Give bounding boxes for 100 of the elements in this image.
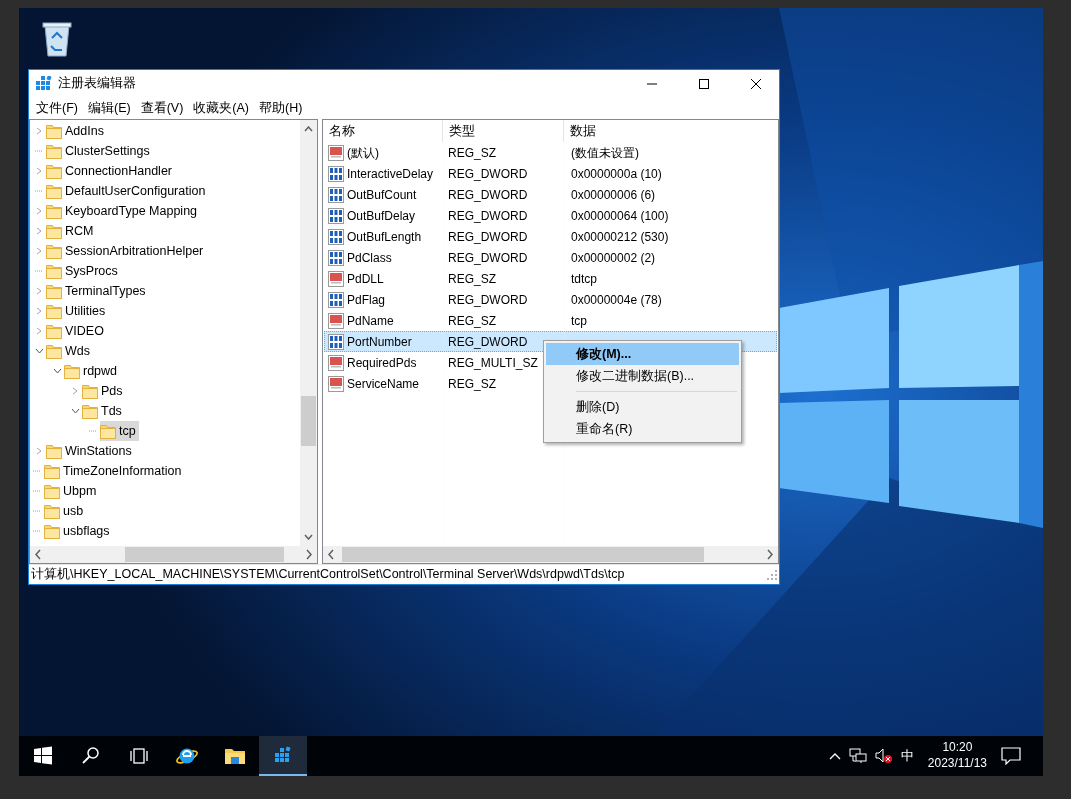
- status-bar-text: 计算机\HKEY_LOCAL_MACHINE\SYSTEM\CurrentControlSet\Control\Terminal Server\Wds\rdpwd\Tds\tcp: [31, 566, 625, 584]
- table-cell: REG_SZ: [448, 313, 496, 328]
- tree-item[interactable]: tcp: [100, 421, 139, 441]
- string-value-icon: [328, 270, 344, 287]
- table-cell: REG_DWORD: [448, 187, 528, 202]
- table-cell: tdtcp: [571, 271, 597, 286]
- table-cell: REG_DWORD: [448, 166, 528, 181]
- network-icon[interactable]: [848, 748, 867, 764]
- input-method-indicator[interactable]: 中: [900, 746, 914, 766]
- value-row[interactable]: OutBufLength REG_DWORD 0x00000212 (530): [324, 226, 670, 247]
- folder-icon: [46, 283, 62, 299]
- close-icon: [751, 78, 761, 89]
- tree-item[interactable]: usb: [44, 501, 87, 521]
- table-cell-text: PortNumber: [347, 333, 412, 351]
- folder-icon: [46, 183, 62, 199]
- column-header[interactable]: 名称: [323, 120, 443, 142]
- scroll-down-icon[interactable]: [304, 534, 313, 540]
- value-row[interactable]: (默认) REG_SZ (数值未设置): [324, 142, 640, 163]
- tree-item[interactable]: rdpwd: [64, 361, 121, 381]
- tree-item[interactable]: Wds: [46, 341, 93, 361]
- folder-icon: [46, 443, 62, 459]
- string-value-icon: [328, 312, 344, 329]
- menu-item[interactable]: 修改(M)...: [546, 343, 739, 365]
- table-cell: 0x00000006 (6): [571, 187, 656, 202]
- clock[interactable]: 10:20 2023/11/13: [921, 740, 993, 772]
- volume-muted-icon[interactable]: [874, 748, 893, 764]
- tree-item[interactable]: DefaultUserConfiguration: [46, 181, 209, 201]
- scroll-up-icon[interactable]: [304, 126, 313, 132]
- folder-icon: [46, 123, 62, 139]
- value-row[interactable]: InteractiveDelay REG_DWORD 0x0000000a (10): [324, 163, 663, 184]
- folder-icon: [46, 223, 62, 239]
- binary-value-icon: [328, 228, 344, 245]
- table-cell: REG_SZ: [448, 376, 496, 391]
- scrollbar[interactable]: [323, 546, 778, 563]
- tree-item[interactable]: ClusterSettings: [46, 141, 153, 161]
- menu-item[interactable]: 收藏夹(A): [188, 98, 254, 118]
- scrollbar[interactable]: [30, 546, 317, 563]
- tree-item[interactable]: usbflags: [44, 521, 113, 541]
- menu-item[interactable]: 删除(D): [546, 396, 739, 418]
- tree-item[interactable]: SysProcs: [46, 261, 121, 281]
- menu-item[interactable]: 帮助(H): [254, 98, 308, 118]
- scrollbar[interactable]: [300, 120, 317, 546]
- menu-item[interactable]: 编辑(E): [82, 98, 136, 118]
- chevron-up-icon[interactable]: [828, 752, 841, 760]
- binary-value-icon: [328, 186, 344, 203]
- menu-item[interactable]: 修改二进制数据(B)...: [546, 365, 739, 387]
- tree-line-icon: [33, 470, 41, 472]
- tree-item[interactable]: Utilities: [46, 301, 109, 321]
- tree-item[interactable]: TerminalTypes: [46, 281, 149, 301]
- value-row[interactable]: PdFlag REG_DWORD 0x0000004e (78): [324, 289, 663, 310]
- table-cell: REG_SZ: [448, 271, 496, 286]
- scrollbar-thumb[interactable]: [301, 396, 316, 446]
- scrollbar-thumb[interactable]: [342, 547, 704, 562]
- folder-icon: [46, 243, 62, 259]
- value-row[interactable]: PdDLL REG_SZ tdtcp: [324, 268, 598, 289]
- column-header[interactable]: 数据: [564, 120, 778, 142]
- tree-item[interactable]: Pds: [82, 381, 126, 401]
- table-cell: REG_DWORD: [448, 250, 528, 265]
- folder-icon: [44, 483, 60, 499]
- folder-icon: [82, 403, 98, 419]
- folder-icon: [46, 303, 62, 319]
- table-cell-text: RequiredPds: [347, 354, 417, 372]
- table-cell-text: OutBufLength: [347, 228, 422, 246]
- table-cell: 0x00000064 (100): [571, 208, 669, 223]
- tree-line-icon: [89, 430, 97, 432]
- folder-icon: [44, 503, 60, 519]
- tree-item[interactable]: KeyboardType Mapping: [46, 201, 201, 221]
- binary-value-icon: [328, 165, 344, 182]
- tree-line-icon: [33, 530, 41, 532]
- registry-editor-button[interactable]: [259, 736, 307, 776]
- folder-icon: [46, 203, 62, 219]
- table-cell-text: (默认): [347, 144, 379, 162]
- table-cell: 0x00000212 (530): [571, 229, 669, 244]
- table-cell: REG_DWORD: [448, 292, 528, 307]
- tree-item[interactable]: Tds: [82, 401, 125, 421]
- tree-line-icon: [35, 150, 43, 152]
- table-cell-text: PdFlag: [347, 291, 386, 309]
- value-row[interactable]: OutBufDelay REG_DWORD 0x00000064 (100): [324, 205, 670, 226]
- table-cell-text: PdDLL: [347, 270, 384, 288]
- value-row[interactable]: OutBufCount REG_DWORD 0x00000006 (6): [324, 184, 657, 205]
- value-row[interactable]: PdClass REG_DWORD 0x00000002 (2): [324, 247, 657, 268]
- value-row[interactable]: PdName REG_SZ tcp: [324, 310, 588, 331]
- scrollbar-thumb[interactable]: [125, 547, 284, 562]
- notification-icon[interactable]: [1001, 747, 1021, 765]
- tree-item[interactable]: Ubpm: [44, 481, 100, 501]
- tree-item[interactable]: RCM: [46, 221, 97, 241]
- table-cell-text: PdName: [347, 312, 394, 330]
- table-cell: REG_SZ: [448, 145, 496, 160]
- column-header[interactable]: 类型: [443, 120, 564, 142]
- folder-icon: [100, 423, 116, 439]
- menu-item[interactable]: 重命名(R): [546, 418, 739, 440]
- menu-item[interactable]: 查看(V): [135, 98, 189, 118]
- tree-item[interactable]: AddIns: [46, 121, 107, 141]
- tree-item[interactable]: WinStations: [46, 441, 135, 461]
- tree-item[interactable]: SessionArbitrationHelper: [46, 241, 207, 261]
- tree-item[interactable]: TimeZoneInformation: [44, 461, 185, 481]
- menu-item[interactable]: 文件(F): [31, 98, 83, 118]
- table-cell-text: OutBufDelay: [347, 207, 416, 225]
- tree-item[interactable]: VIDEO: [46, 321, 107, 341]
- tree-item[interactable]: ConnectionHandler: [46, 161, 175, 181]
